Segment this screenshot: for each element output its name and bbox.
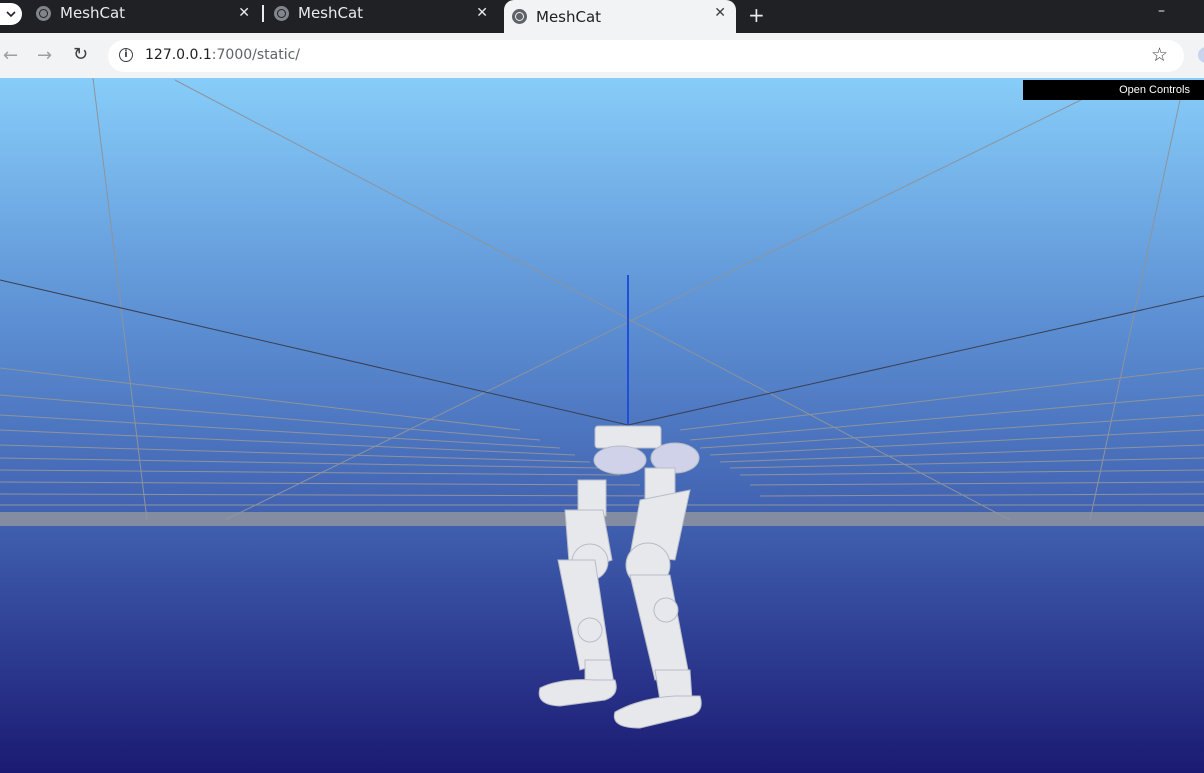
url-path: :7000/static/ [211,47,301,63]
tab-bar: MeshCat ✕ MeshCat ✕ MeshCat ✕ + – [0,0,1204,33]
url-host: 127.0.0.1 [145,47,212,63]
close-icon[interactable]: ✕ [238,5,250,21]
forward-button[interactable]: → [37,45,52,66]
robot-model [538,425,702,729]
tab-meshcat-2[interactable]: MeshCat ✕ [274,0,498,26]
open-controls-button[interactable]: Open Controls [1023,80,1204,100]
bookmark-star-icon[interactable]: ☆ [1151,44,1168,66]
chevron-down-icon [6,11,16,18]
axis-lines [0,279,1204,426]
address-bar[interactable]: i 127.0.0.1:7000/static/ ☆ [108,40,1184,72]
tab-separator [262,5,264,22]
close-icon[interactable]: ✕ [714,5,726,21]
url-text[interactable]: 127.0.0.1:7000/static/ [145,47,300,63]
globe-icon [512,9,527,24]
tab-search-button[interactable] [0,3,22,25]
new-tab-button[interactable]: + [748,3,765,27]
scene-canvas [0,78,1204,729]
tab-title: MeshCat [60,4,126,22]
close-icon[interactable]: ✕ [476,5,488,21]
tab-meshcat-3-active[interactable]: MeshCat ✕ [504,0,736,33]
minimize-window-button[interactable]: – [1158,3,1165,19]
tab-title: MeshCat [298,4,364,22]
globe-icon [36,5,51,21]
reload-button[interactable]: ↻ [73,44,88,65]
tab-title: MeshCat [536,7,602,26]
tab-meshcat-1[interactable]: MeshCat ✕ [36,0,260,26]
meshcat-3d-viewport[interactable]: Open Controls [0,78,1204,773]
back-button[interactable]: ← [3,45,18,66]
site-info-icon[interactable]: i [119,48,133,62]
browser-toolbar: ← → ↻ i 127.0.0.1:7000/static/ ☆ [0,33,1204,78]
globe-icon [274,5,289,21]
